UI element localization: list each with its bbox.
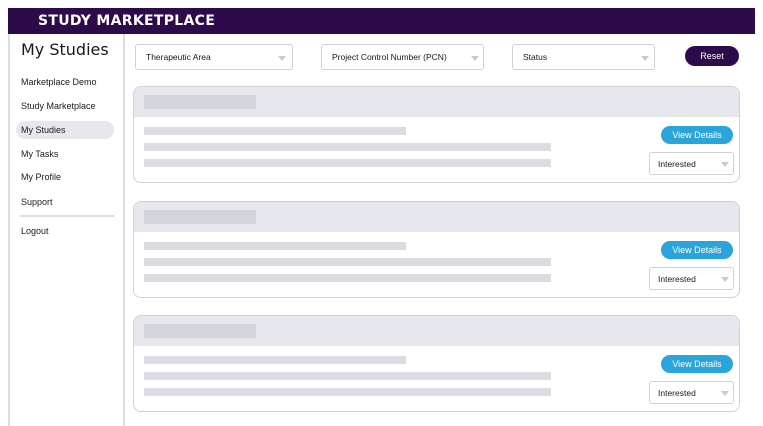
pcn-filter[interactable]: Project Control Number (PCN): [321, 44, 484, 70]
text-placeholder-line: [144, 143, 551, 151]
text-placeholder-line: [144, 159, 551, 167]
sidebar-item-support[interactable]: Support: [16, 193, 114, 211]
sidebar-item-study-marketplace[interactable]: Study Marketplace: [16, 97, 114, 115]
interest-status-value: Interested: [658, 159, 696, 169]
view-details-button[interactable]: View Details: [661, 241, 733, 259]
chevron-down-icon: [278, 56, 286, 61]
study-card: View Details Interested: [133, 201, 740, 298]
interest-status-select[interactable]: Interested: [649, 267, 734, 290]
interest-status-value: Interested: [658, 274, 696, 284]
chevron-down-icon: [721, 391, 729, 396]
pcn-label: Project Control Number (PCN): [332, 52, 447, 62]
top-bar: STUDY MARKETPLACE: [8, 8, 755, 34]
chevron-down-icon: [641, 56, 649, 61]
chevron-down-icon: [721, 162, 729, 167]
sidebar-divider: [20, 215, 114, 217]
interest-status-select[interactable]: Interested: [649, 152, 734, 175]
text-placeholder-line: [144, 258, 551, 266]
card-header: [134, 202, 739, 232]
text-placeholder-line: [144, 388, 551, 396]
text-placeholder-line: [144, 274, 551, 282]
study-card: View Details Interested: [133, 86, 740, 183]
text-placeholder-line: [144, 127, 406, 135]
sidebar-item-my-studies[interactable]: My Studies: [16, 121, 114, 139]
card-title-placeholder: [144, 324, 256, 338]
text-placeholder-line: [144, 356, 406, 364]
sidebar-item-my-profile[interactable]: My Profile: [16, 168, 114, 186]
interest-status-select[interactable]: Interested: [649, 381, 734, 404]
sidebar: My Studies Marketplace Demo Study Market…: [8, 34, 124, 426]
card-header: [134, 87, 739, 117]
sidebar-title: My Studies: [21, 40, 109, 59]
sidebar-separator: [123, 34, 125, 426]
text-placeholder-line: [144, 372, 551, 380]
interest-status-value: Interested: [658, 388, 696, 398]
reset-button[interactable]: Reset: [685, 46, 739, 66]
card-title-placeholder: [144, 95, 256, 109]
view-details-button[interactable]: View Details: [661, 355, 733, 373]
card-title-placeholder: [144, 210, 256, 224]
card-header: [134, 316, 739, 346]
chevron-down-icon: [471, 56, 479, 61]
app-frame: STUDY MARKETPLACE My Studies Marketplace…: [8, 8, 755, 426]
study-card: View Details Interested: [133, 315, 740, 412]
sidebar-item-my-tasks[interactable]: My Tasks: [16, 145, 114, 163]
status-filter-label: Status: [523, 52, 548, 62]
view-details-button[interactable]: View Details: [661, 126, 733, 144]
sidebar-item-logout[interactable]: Logout: [16, 222, 114, 240]
status-filter[interactable]: Status: [512, 44, 655, 70]
text-placeholder-line: [144, 242, 406, 250]
therapeutic-area-label: Therapeutic Area: [146, 52, 211, 62]
brand-logo[interactable]: STUDY MARKETPLACE: [38, 13, 215, 29]
sidebar-item-marketplace-demo[interactable]: Marketplace Demo: [16, 73, 114, 91]
chevron-down-icon: [721, 277, 729, 282]
therapeutic-area-filter[interactable]: Therapeutic Area: [135, 44, 293, 70]
